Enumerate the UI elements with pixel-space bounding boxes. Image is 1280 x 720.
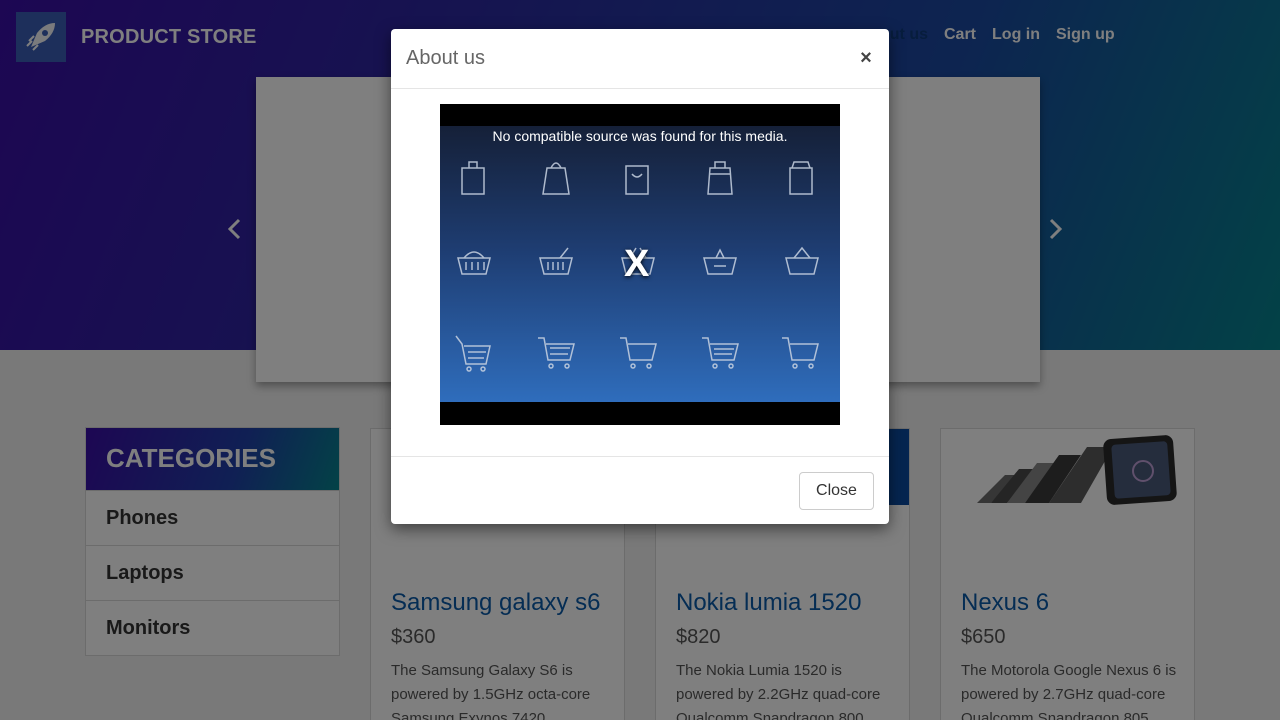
modal-footer: Close [391,456,889,524]
video-error-message: No compatible source was found for this … [492,128,788,144]
modal-header: About us × [391,29,889,89]
modal-title: About us [406,47,485,69]
close-icon[interactable]: × [857,47,875,69]
video-player[interactable]: No compatible source was found for this … [440,104,840,425]
about-us-modal: About us × No compatible source was foun… [391,29,889,524]
close-button[interactable]: Close [799,472,874,510]
video-error-x: X [624,243,650,285]
